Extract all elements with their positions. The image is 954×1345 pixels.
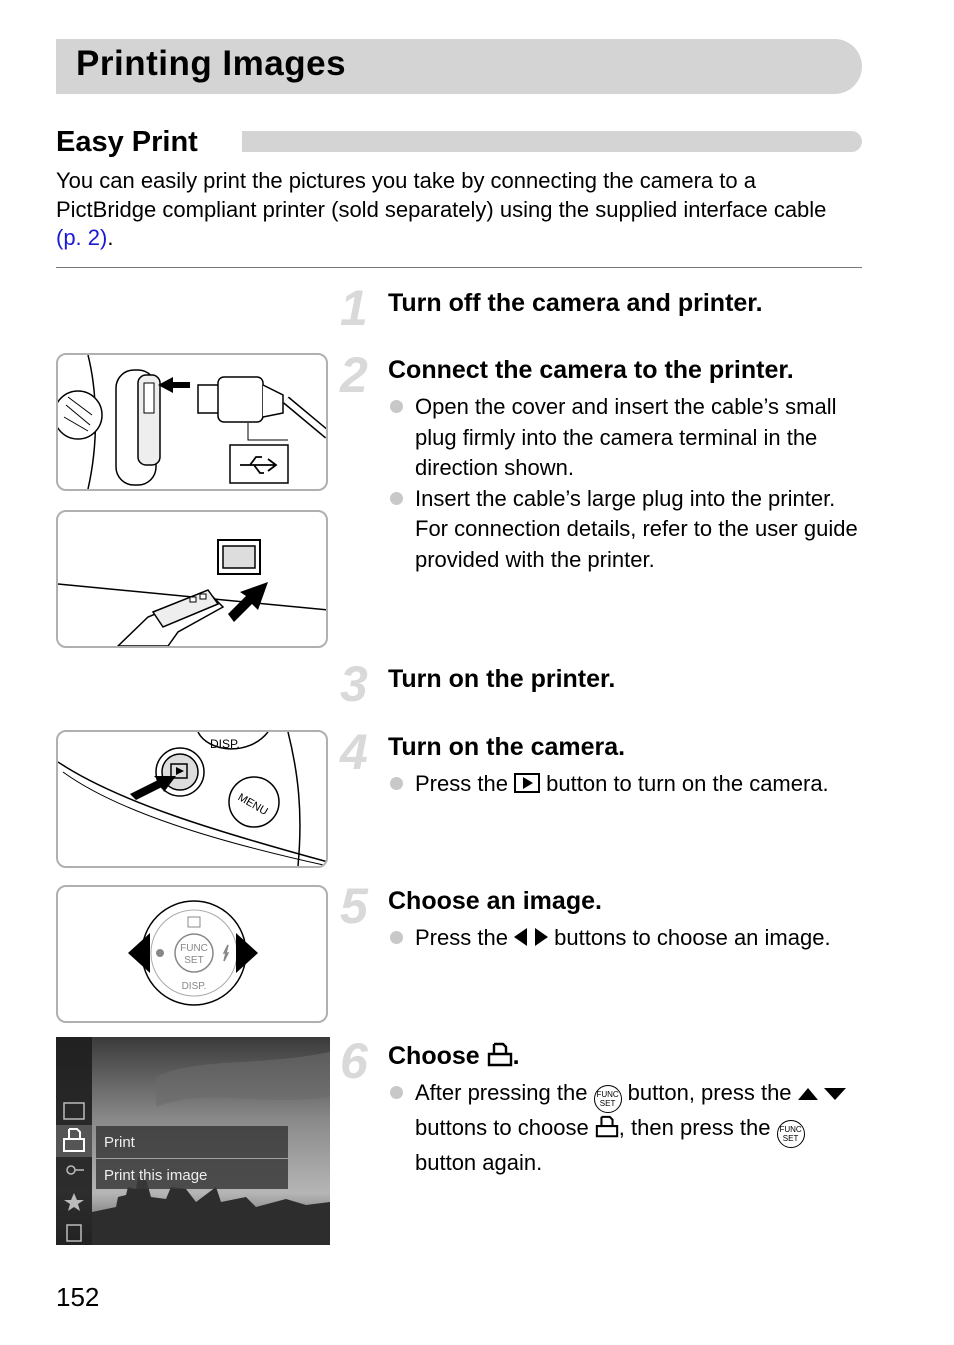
step-bullets: Press the button to turn on the camera.: [388, 769, 868, 800]
step-number: 5: [340, 878, 368, 934]
bullet-item: Insert the cable’s large plug into the p…: [388, 484, 868, 576]
step-number: 4: [340, 724, 368, 780]
section-bar: [242, 131, 862, 152]
divider: [56, 267, 862, 268]
page-number: 152: [56, 1282, 100, 1312]
screen-menu-title: Print: [104, 1134, 136, 1151]
page-title-bar: Printing Images: [56, 39, 862, 94]
bullet-item: Press the button to turn on the camera.: [388, 769, 868, 800]
control-dial-illustration: FUNC SET DISP.: [56, 885, 328, 1023]
print-icon: [595, 1115, 618, 1138]
page-title: Printing Images: [76, 44, 347, 83]
step-title: Connect the camera to the printer.: [388, 356, 794, 384]
playback-button-icon: [514, 773, 541, 793]
intro-text: You can easily print the pictures you ta…: [56, 168, 827, 222]
up-down-arrows-icon: [797, 1088, 846, 1100]
step-bullets: Press the buttons to choose an image.: [388, 923, 868, 954]
bullet-item: Press the buttons to choose an image.: [388, 923, 868, 954]
print-icon: [487, 1042, 512, 1067]
disp-label: DISP.: [182, 981, 207, 992]
bullet-item: After pressing the FUNC SET button, press…: [388, 1078, 868, 1179]
func-set-button-icon: FUNC SET: [593, 1085, 622, 1113]
screen-menu-option: Print this image: [104, 1167, 207, 1184]
step-title: Turn on the printer.: [388, 665, 616, 693]
func-set-button-icon: FUNC SET: [776, 1120, 805, 1148]
camera-terminal-illustration: [56, 353, 328, 491]
step-title: Choose an image.: [388, 887, 602, 915]
set-label: SET: [184, 955, 203, 966]
step-title: Turn on the camera.: [388, 733, 626, 761]
section-title: Easy Print: [56, 126, 198, 158]
step-number: 2: [340, 347, 368, 403]
printer-port-illustration: [56, 510, 328, 648]
page-link[interactable]: (p. 2): [56, 225, 107, 250]
playback-button-illustration: DISP. MENU: [56, 730, 328, 868]
bullet-item: Open the cover and insert the cable’s sm…: [388, 392, 868, 484]
step-number: 1: [340, 280, 368, 336]
section-header: Easy Print: [56, 124, 862, 160]
step-bullets: Open the cover and insert the cable’s sm…: [388, 392, 868, 575]
step-bullets: After pressing the FUNC SET button, press…: [388, 1078, 868, 1179]
step-number: 6: [340, 1033, 368, 1089]
func-label: FUNC: [180, 943, 208, 954]
camera-screen-illustration: Print Print this image: [56, 1037, 330, 1245]
step-title: Choose .: [388, 1042, 520, 1070]
disp-label: DISP.: [210, 737, 240, 751]
step-number: 3: [340, 656, 368, 712]
intro-paragraph: You can easily print the pictures you ta…: [56, 167, 856, 253]
intro-end: .: [107, 225, 114, 250]
step-title: Turn off the camera and printer.: [388, 289, 763, 317]
left-right-arrows-icon: [514, 928, 549, 946]
